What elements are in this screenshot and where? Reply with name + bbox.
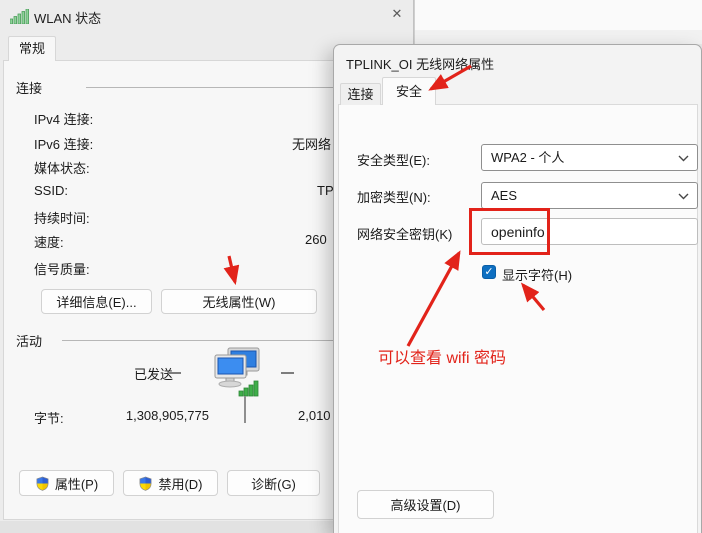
network-key-label: 网络安全密钥(K) (357, 224, 452, 243)
row-label-speed: 速度: (34, 232, 64, 251)
uac-shield-icon (138, 476, 153, 491)
security-type-select[interactable]: WPA2 - 个人 (481, 144, 698, 171)
encryption-type-select[interactable]: AES (481, 182, 698, 209)
chevron-down-icon (678, 193, 689, 200)
window-title: WLAN 状态 (34, 8, 101, 27)
row-value-ipv6: 无网络 (292, 134, 331, 153)
network-activity-icon (209, 347, 263, 397)
properties-button-label: 属性(P) (55, 474, 98, 493)
row-label-media: 媒体状态: (34, 158, 90, 177)
background-window (414, 0, 702, 44)
row-value-speed: 260 (305, 232, 327, 247)
show-characters-label: 显示字符(H) (502, 265, 572, 284)
dash-right (281, 372, 294, 374)
row-label-ipv4: IPv4 连接: (34, 109, 93, 128)
checkmark-icon: ✓ (484, 266, 493, 278)
wlan-signal-icon (10, 9, 29, 24)
dialog-title: TPLINK_OI 无线网络属性 (346, 54, 494, 73)
disable-button[interactable]: 禁用(D) (123, 470, 218, 496)
chevron-down-icon (678, 155, 689, 162)
row-label-signal-quality: 信号质量: (34, 259, 90, 278)
bytes-divider (244, 396, 246, 423)
tab-connection[interactable]: 连接 (340, 83, 381, 105)
wlan-titlebar: WLAN 状态 ✕ (0, 0, 413, 32)
diagnose-button[interactable]: 诊断(G) (227, 470, 320, 496)
disable-button-label: 禁用(D) (158, 474, 202, 493)
properties-button[interactable]: 属性(P) (19, 470, 114, 496)
background-window-strip (415, 30, 702, 44)
connection-section-heading: 连接 (16, 78, 42, 97)
diagnose-button-label: 诊断(G) (251, 474, 296, 493)
wireless-properties-dialog: TPLINK_OI 无线网络属性 连接 安全 安全类型(E): WPA2 - 个… (333, 44, 702, 533)
show-characters-checkbox[interactable]: ✓ (482, 265, 496, 279)
dash-left (168, 372, 181, 374)
network-key-input[interactable] (481, 218, 698, 245)
screenshot-root: WLAN 状态 ✕ 常规 连接 IPv4 连接: IPv6 连接: 无网络 媒体… (0, 0, 702, 533)
close-icon[interactable]: ✕ (384, 2, 410, 26)
row-label-ipv6: IPv6 连接: (34, 134, 93, 153)
bytes-sent-value: 1,308,905,775 (99, 408, 209, 423)
bytes-received-value: 2,010 (298, 408, 331, 423)
security-tab-page: 安全类型(E): WPA2 - 个人 加密类型(N): AES 网络安全密钥(K… (338, 104, 698, 533)
security-type-label: 安全类型(E): (357, 150, 430, 169)
row-value-ssid: TP (317, 183, 334, 198)
row-label-duration: 持续时间: (34, 208, 90, 227)
advanced-settings-button[interactable]: 高级设置(D) (357, 490, 494, 519)
wireless-properties-button[interactable]: 无线属性(W) (161, 289, 317, 314)
bytes-label: 字节: (34, 408, 64, 427)
uac-shield-icon (35, 476, 50, 491)
security-type-value: WPA2 - 个人 (491, 150, 564, 165)
tab-security[interactable]: 安全 (382, 77, 436, 105)
row-label-ssid: SSID: (34, 183, 68, 198)
activity-section-heading: 活动 (16, 331, 42, 350)
encryption-type-label: 加密类型(N): (357, 187, 431, 206)
encryption-type-value: AES (491, 188, 517, 203)
details-button[interactable]: 详细信息(E)... (41, 289, 152, 314)
tab-general[interactable]: 常规 (8, 36, 56, 61)
